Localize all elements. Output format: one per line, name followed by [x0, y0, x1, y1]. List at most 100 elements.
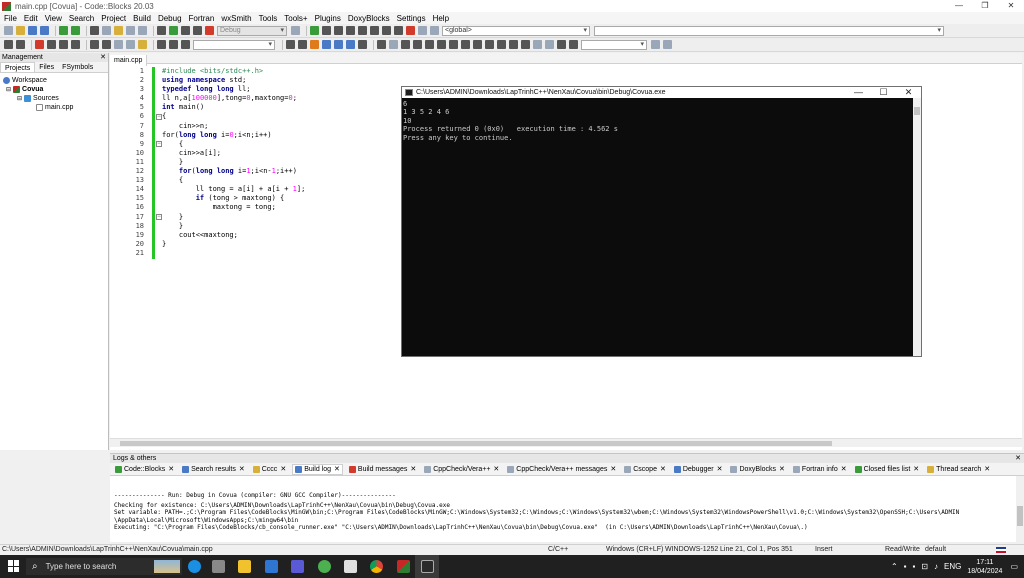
- code-line[interactable]: for(long long i=1;i<n-1;i++): [162, 167, 310, 176]
- layout-b-icon[interactable]: [413, 40, 422, 49]
- new-file-icon[interactable]: [4, 26, 13, 35]
- menu-search[interactable]: Search: [69, 14, 94, 23]
- zoom-out-icon[interactable]: [545, 40, 554, 49]
- tree-item-sources[interactable]: ⊟ Sources: [0, 94, 108, 103]
- code-line[interactable]: using namespace std;: [162, 76, 310, 85]
- goto-icon[interactable]: [181, 40, 190, 49]
- log-tab-cppcheck-vera-messages[interactable]: CppCheck/Vera++ messages ✕: [505, 464, 618, 475]
- scrollbar-thumb[interactable]: [1017, 506, 1023, 526]
- close-icon[interactable]: ✕: [779, 465, 785, 473]
- editor-tab-main-cpp[interactable]: main.cpp: [110, 55, 148, 66]
- layout-j-icon[interactable]: [509, 40, 518, 49]
- debug-info-icon[interactable]: [430, 26, 439, 35]
- code-line[interactable]: for(long long i=0;i<n;i++): [162, 131, 310, 140]
- layout-c-icon[interactable]: [425, 40, 434, 49]
- code-line[interactable]: }: [162, 158, 310, 167]
- taskbar-clock[interactable]: 17:11 18/04/2024: [967, 558, 1002, 576]
- log-tab-cccc[interactable]: Cccc ✕: [251, 464, 288, 475]
- close-button[interactable]: ✕: [998, 0, 1024, 12]
- wizard-icon[interactable]: [138, 40, 147, 49]
- code-line[interactable]: }: [162, 222, 310, 231]
- widget-icon[interactable]: [389, 40, 398, 49]
- layout-i-icon[interactable]: [497, 40, 506, 49]
- debug-windows-icon[interactable]: [418, 26, 427, 35]
- windows-start-icon[interactable]: [8, 560, 20, 572]
- close-icon[interactable]: ✕: [410, 465, 416, 473]
- folder-tray-icon[interactable]: ▪: [913, 562, 916, 571]
- editor-horizontal-scrollbar[interactable]: [110, 438, 1022, 447]
- open-file-icon[interactable]: [16, 26, 25, 35]
- layout-e-icon[interactable]: [449, 40, 458, 49]
- code-line[interactable]: {: [162, 112, 310, 121]
- menu-edit[interactable]: Edit: [24, 14, 38, 23]
- menu-project[interactable]: Project: [101, 14, 126, 23]
- notifications-icon[interactable]: ▭: [1010, 562, 1018, 571]
- menu-plugins[interactable]: Plugins: [315, 14, 341, 23]
- next-bookmark-icon[interactable]: [59, 40, 68, 49]
- function-select[interactable]: [594, 25, 944, 36]
- collapse-icon[interactable]: ⊟: [17, 95, 22, 102]
- tab-projects[interactable]: Projects: [0, 62, 36, 72]
- prev-bookmark-icon[interactable]: [47, 40, 56, 49]
- logs-scrollbar[interactable]: [1016, 476, 1024, 543]
- pointer-icon[interactable]: [377, 40, 386, 49]
- close-icon[interactable]: ✕: [334, 465, 340, 473]
- zoom-in-icon[interactable]: [533, 40, 542, 49]
- tab-fsymbols[interactable]: FSymbols: [58, 62, 97, 72]
- code-line[interactable]: #include <bits/stdc++.h>: [162, 67, 310, 76]
- uncomment-icon[interactable]: [102, 40, 111, 49]
- file-explorer-icon[interactable]: [238, 560, 251, 573]
- next-line-icon[interactable]: [334, 26, 343, 35]
- console-window[interactable]: C:\Users\ADMIN\Downloads\LapTrinhC++\Nen…: [401, 86, 922, 357]
- step-out-icon[interactable]: [358, 26, 367, 35]
- save-all-icon[interactable]: [40, 26, 49, 35]
- code-line[interactable]: maxtong = tong;: [162, 203, 310, 212]
- tree-item-file[interactable]: main.cpp: [0, 103, 108, 112]
- cut-icon[interactable]: [90, 26, 99, 35]
- close-icon[interactable]: ✕: [280, 465, 286, 473]
- close-icon[interactable]: ✕: [100, 53, 106, 62]
- code-line[interactable]: ll tong = a[i] + a[i + 1];: [162, 185, 310, 194]
- forward-arrow-icon[interactable]: [298, 40, 307, 49]
- menu-help[interactable]: Help: [433, 14, 449, 23]
- step-into-icon[interactable]: [346, 26, 355, 35]
- network-icon[interactable]: ⊡: [921, 562, 928, 571]
- tree-item-workspace[interactable]: Workspace: [0, 76, 108, 85]
- doxy-config-icon[interactable]: [126, 40, 135, 49]
- console-minimize-button[interactable]: —: [846, 87, 871, 98]
- selection-s-icon[interactable]: [557, 40, 566, 49]
- media-player-icon[interactable]: [291, 560, 304, 573]
- pause-icon[interactable]: [394, 26, 403, 35]
- chrome-icon[interactable]: [370, 560, 383, 573]
- edge-icon[interactable]: [188, 560, 201, 573]
- code-line[interactable]: }: [162, 240, 310, 249]
- stop-debugger-icon[interactable]: [406, 26, 415, 35]
- close-icon[interactable]: ✕: [610, 465, 616, 473]
- menu-tools[interactable]: Tools: [259, 14, 278, 23]
- layout-a-icon[interactable]: [401, 40, 410, 49]
- close-icon[interactable]: ✕: [239, 465, 245, 473]
- log-tab-closed-files-list[interactable]: Closed files list ✕: [853, 464, 922, 475]
- log-tab-doxyblocks[interactable]: DoxyBlocks ✕: [728, 464, 786, 475]
- step-instruction-icon[interactable]: [382, 26, 391, 35]
- code-line[interactable]: typedef long long ll;: [162, 85, 310, 94]
- layout-d-icon[interactable]: [437, 40, 446, 49]
- code-line[interactable]: [162, 249, 310, 258]
- clear-bookmarks-icon[interactable]: [71, 40, 80, 49]
- jump-back-icon[interactable]: [4, 40, 13, 49]
- console-maximize-button[interactable]: ☐: [871, 87, 896, 98]
- menu-settings[interactable]: Settings: [397, 14, 426, 23]
- scope-select[interactable]: <global>: [442, 25, 590, 36]
- regex-icon[interactable]: [358, 40, 367, 49]
- codeblocks-taskbar-icon[interactable]: [397, 560, 410, 573]
- maximize-button[interactable]: ❐: [972, 0, 998, 12]
- layout-h-icon[interactable]: [485, 40, 494, 49]
- selection-c-icon[interactable]: [569, 40, 578, 49]
- close-icon[interactable]: ✕: [984, 465, 990, 473]
- abort-icon[interactable]: [205, 26, 214, 35]
- close-icon[interactable]: ✕: [168, 465, 174, 473]
- undo-icon[interactable]: [59, 26, 68, 35]
- log-tab-thread-search[interactable]: Thread search ✕: [925, 464, 992, 475]
- chevron-up-icon[interactable]: ⌃: [891, 562, 898, 571]
- log-tab-fortran-info[interactable]: Fortran info ✕: [791, 464, 849, 475]
